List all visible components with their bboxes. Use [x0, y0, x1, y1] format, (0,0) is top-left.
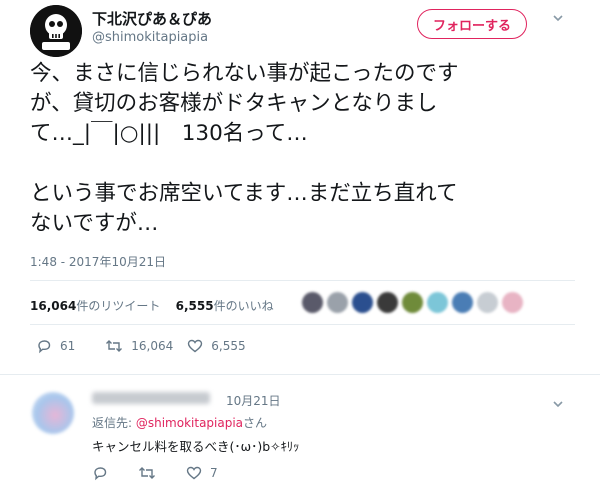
- follow-button[interactable]: フォローする: [417, 9, 527, 39]
- retweet-stat[interactable]: 16,064件のリツイート: [30, 299, 160, 313]
- reply-reply-button[interactable]: [92, 465, 116, 481]
- liker-avatar[interactable]: [502, 291, 523, 313]
- retweet-icon: [139, 467, 155, 479]
- tweet-actions: 61 16,064 6,555: [36, 338, 260, 354]
- reply-count: 61: [60, 339, 76, 353]
- reply-retweet-button[interactable]: [138, 465, 164, 481]
- liker-avatar[interactable]: [327, 291, 348, 313]
- reply-avatar[interactable]: [32, 392, 74, 434]
- reply-icon: [38, 340, 51, 354]
- likes-count: 6,555: [175, 299, 214, 313]
- liker-avatar[interactable]: [377, 291, 398, 313]
- chevron-down-icon[interactable]: [552, 12, 564, 24]
- reply-date[interactable]: 10月21日: [226, 392, 281, 409]
- reply-actions: 7: [92, 465, 240, 481]
- reply-to-mention[interactable]: @shimokitapiapia: [136, 416, 243, 430]
- likes-label: 件のいいね: [213, 299, 274, 313]
- divider: [0, 374, 600, 375]
- liker-avatars[interactable]: [302, 287, 527, 317]
- divider: [30, 280, 575, 281]
- tweet-text: 今、まさに信じられない事が起こったのです が、貸切のお客様がドタキャンとなりまし…: [30, 61, 459, 236]
- reply-to-line: 返信先: @shimokitapiapiaさん: [92, 414, 267, 431]
- reply-icon: [94, 467, 107, 481]
- liker-avatar[interactable]: [477, 291, 498, 313]
- reply-text: キャンセル料を取るべき(･ω･)b✧ｷﾘｯ: [92, 439, 300, 454]
- reply-like-count: 7: [210, 466, 218, 480]
- display-name[interactable]: 下北沢ぴあ＆ぴあ: [92, 8, 212, 29]
- reply-button[interactable]: 61: [36, 338, 75, 354]
- reply-to-suffix: さん: [243, 416, 268, 430]
- retweets-count: 16,064: [30, 299, 77, 313]
- reply-like-button[interactable]: 7: [186, 465, 218, 481]
- retweet-count: 16,064: [131, 339, 174, 353]
- retweets-label: 件のリツイート: [76, 299, 161, 313]
- divider: [30, 324, 575, 325]
- like-count: 6,555: [211, 339, 246, 353]
- liker-avatar[interactable]: [302, 291, 323, 313]
- user-handle[interactable]: @shimokitapiapia: [92, 30, 208, 45]
- heart-icon: [186, 466, 202, 480]
- tweet-timestamp[interactable]: 1:48 - 2017年10月21日: [30, 253, 166, 270]
- skull-logo-icon: [30, 5, 82, 57]
- like-stat[interactable]: 6,555件のいいね: [176, 299, 274, 313]
- liker-avatar[interactable]: [352, 291, 373, 313]
- heart-icon: [188, 339, 203, 353]
- liker-avatar[interactable]: [452, 291, 473, 313]
- chevron-down-icon[interactable]: [552, 398, 564, 410]
- liker-avatar[interactable]: [402, 291, 423, 313]
- reply-to-prefix: 返信先:: [92, 416, 136, 430]
- retweet-icon: [106, 340, 123, 352]
- profile-avatar[interactable]: [30, 5, 82, 57]
- reply-author-name-redacted[interactable]: [92, 392, 210, 404]
- retweet-button[interactable]: 16,064: [105, 338, 173, 354]
- tweet-stats: 16,064件のリツイート 6,555件のいいね: [30, 297, 274, 314]
- like-button[interactable]: 6,555: [187, 338, 246, 354]
- liker-avatar[interactable]: [427, 291, 448, 313]
